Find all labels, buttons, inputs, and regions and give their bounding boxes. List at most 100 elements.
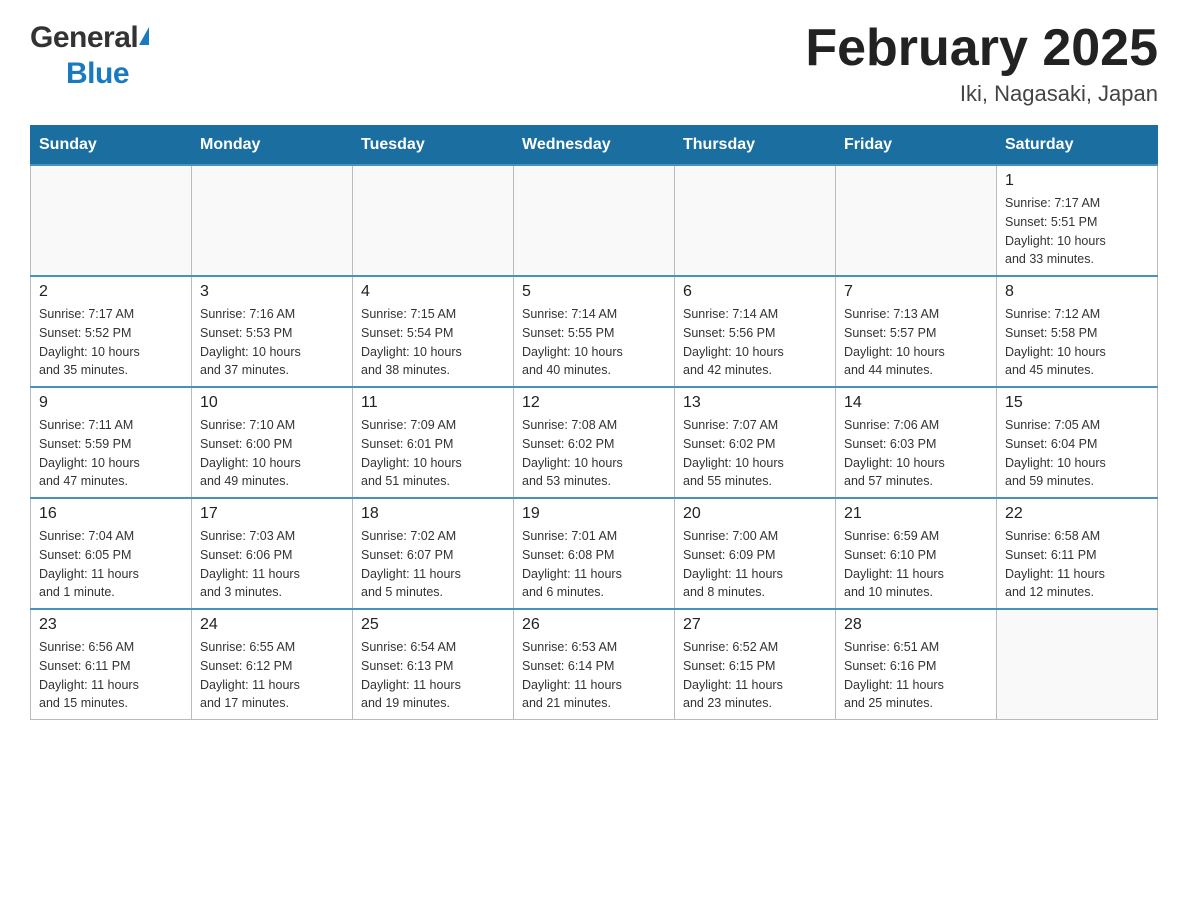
calendar-cell: 4 Sunrise: 7:15 AM Sunset: 5:54 PM Daylig… (353, 276, 514, 387)
calendar-cell: 17 Sunrise: 7:03 AM Sunset: 6:06 PM Dayli… (192, 498, 353, 609)
day-number: 28 (844, 616, 988, 634)
calendar-week-2: 2 Sunrise: 7:17 AM Sunset: 5:52 PM Daylig… (31, 276, 1158, 387)
day-info: Sunrise: 7:15 AM Sunset: 5:54 PM Dayligh… (361, 305, 505, 380)
calendar-week-1: 1Sunrise: 7:17 AM Sunset: 5:51 PM Daylig… (31, 165, 1158, 276)
day-number: 27 (683, 616, 827, 634)
day-info: Sunrise: 7:16 AM Sunset: 5:53 PM Dayligh… (200, 305, 344, 380)
calendar-cell: 15Sunrise: 7:05 AM Sunset: 6:04 PM Dayli… (997, 387, 1158, 498)
col-friday: Friday (836, 126, 997, 166)
calendar-cell (675, 165, 836, 276)
calendar-cell: 27 Sunrise: 6:52 AM Sunset: 6:15 PM Dayli… (675, 609, 836, 720)
col-tuesday: Tuesday (353, 126, 514, 166)
day-number: 5 (522, 283, 666, 301)
calendar-cell: 22 Sunrise: 6:58 AM Sunset: 6:11 PM Dayli… (997, 498, 1158, 609)
calendar-body: 1Sunrise: 7:17 AM Sunset: 5:51 PM Daylig… (31, 165, 1158, 720)
day-number: 16 (39, 505, 183, 523)
calendar-cell: 10Sunrise: 7:10 AM Sunset: 6:00 PM Dayli… (192, 387, 353, 498)
calendar-cell: 14Sunrise: 7:06 AM Sunset: 6:03 PM Dayli… (836, 387, 997, 498)
col-monday: Monday (192, 126, 353, 166)
calendar-cell: 5 Sunrise: 7:14 AM Sunset: 5:55 PM Daylig… (514, 276, 675, 387)
day-info: Sunrise: 7:02 AM Sunset: 6:07 PM Dayligh… (361, 527, 505, 602)
day-info: Sunrise: 6:52 AM Sunset: 6:15 PM Dayligh… (683, 638, 827, 713)
day-number: 21 (844, 505, 988, 523)
day-number: 18 (361, 505, 505, 523)
calendar-week-3: 9 Sunrise: 7:11 AM Sunset: 5:59 PM Daylig… (31, 387, 1158, 498)
day-number: 17 (200, 505, 344, 523)
col-wednesday: Wednesday (514, 126, 675, 166)
location-label: Iki, Nagasaki, Japan (805, 81, 1158, 107)
calendar-title: February 2025 (805, 20, 1158, 77)
calendar-cell: 11 Sunrise: 7:09 AM Sunset: 6:01 PM Dayli… (353, 387, 514, 498)
day-number: 10 (200, 394, 344, 412)
calendar-cell (836, 165, 997, 276)
day-info: Sunrise: 6:56 AM Sunset: 6:11 PM Dayligh… (39, 638, 183, 713)
day-info: Sunrise: 7:13 AM Sunset: 5:57 PM Dayligh… (844, 305, 988, 380)
day-info: Sunrise: 6:51 AM Sunset: 6:16 PM Dayligh… (844, 638, 988, 713)
day-info: Sunrise: 7:06 AM Sunset: 6:03 PM Dayligh… (844, 416, 988, 491)
day-number: 6 (683, 283, 827, 301)
day-info: Sunrise: 6:59 AM Sunset: 6:10 PM Dayligh… (844, 527, 988, 602)
logo-general-text: General (30, 20, 138, 56)
col-saturday: Saturday (997, 126, 1158, 166)
day-info: Sunrise: 6:58 AM Sunset: 6:11 PM Dayligh… (1005, 527, 1149, 602)
calendar-cell (192, 165, 353, 276)
day-number: 4 (361, 283, 505, 301)
calendar-cell: 20Sunrise: 7:00 AM Sunset: 6:09 PM Dayli… (675, 498, 836, 609)
day-info: Sunrise: 7:00 AM Sunset: 6:09 PM Dayligh… (683, 527, 827, 602)
day-info: Sunrise: 7:03 AM Sunset: 6:06 PM Dayligh… (200, 527, 344, 602)
day-info: Sunrise: 7:04 AM Sunset: 6:05 PM Dayligh… (39, 527, 183, 602)
day-number: 7 (844, 283, 988, 301)
calendar-cell: 3 Sunrise: 7:16 AM Sunset: 5:53 PM Daylig… (192, 276, 353, 387)
day-number: 24 (200, 616, 344, 634)
calendar-cell: 16 Sunrise: 7:04 AM Sunset: 6:05 PM Dayli… (31, 498, 192, 609)
day-info: Sunrise: 7:17 AM Sunset: 5:52 PM Dayligh… (39, 305, 183, 380)
day-number: 25 (361, 616, 505, 634)
day-info: Sunrise: 7:12 AM Sunset: 5:58 PM Dayligh… (1005, 305, 1149, 380)
calendar-week-4: 16 Sunrise: 7:04 AM Sunset: 6:05 PM Dayli… (31, 498, 1158, 609)
calendar-cell: 1Sunrise: 7:17 AM Sunset: 5:51 PM Daylig… (997, 165, 1158, 276)
calendar-cell (514, 165, 675, 276)
col-sunday: Sunday (31, 126, 192, 166)
day-info: Sunrise: 7:14 AM Sunset: 5:55 PM Dayligh… (522, 305, 666, 380)
calendar-cell: 28 Sunrise: 6:51 AM Sunset: 6:16 PM Dayli… (836, 609, 997, 720)
calendar-cell: 2 Sunrise: 7:17 AM Sunset: 5:52 PM Daylig… (31, 276, 192, 387)
calendar-cell: 12Sunrise: 7:08 AM Sunset: 6:02 PM Dayli… (514, 387, 675, 498)
day-number: 9 (39, 394, 183, 412)
day-number: 1 (1005, 172, 1149, 190)
day-number: 3 (200, 283, 344, 301)
col-thursday: Thursday (675, 126, 836, 166)
calendar-cell: 23Sunrise: 6:56 AM Sunset: 6:11 PM Dayli… (31, 609, 192, 720)
day-info: Sunrise: 7:07 AM Sunset: 6:02 PM Dayligh… (683, 416, 827, 491)
calendar-cell (31, 165, 192, 276)
calendar-cell (997, 609, 1158, 720)
day-info: Sunrise: 7:08 AM Sunset: 6:02 PM Dayligh… (522, 416, 666, 491)
day-number: 11 (361, 394, 505, 412)
calendar-cell: 9 Sunrise: 7:11 AM Sunset: 5:59 PM Daylig… (31, 387, 192, 498)
day-number: 22 (1005, 505, 1149, 523)
calendar-cell: 25Sunrise: 6:54 AM Sunset: 6:13 PM Dayli… (353, 609, 514, 720)
calendar-cell: 18 Sunrise: 7:02 AM Sunset: 6:07 PM Dayli… (353, 498, 514, 609)
calendar-table: Sunday Monday Tuesday Wednesday Thursday… (30, 125, 1158, 720)
calendar-header: Sunday Monday Tuesday Wednesday Thursday… (31, 126, 1158, 166)
day-number: 26 (522, 616, 666, 634)
header-row: Sunday Monday Tuesday Wednesday Thursday… (31, 126, 1158, 166)
logo: General Blue (30, 20, 149, 92)
day-info: Sunrise: 7:09 AM Sunset: 6:01 PM Dayligh… (361, 416, 505, 491)
calendar-cell: 6 Sunrise: 7:14 AM Sunset: 5:56 PM Daylig… (675, 276, 836, 387)
page-header: General Blue February 2025 Iki, Nagasaki… (30, 20, 1158, 107)
calendar-cell (353, 165, 514, 276)
calendar-week-5: 23Sunrise: 6:56 AM Sunset: 6:11 PM Dayli… (31, 609, 1158, 720)
day-info: Sunrise: 7:01 AM Sunset: 6:08 PM Dayligh… (522, 527, 666, 602)
calendar-cell: 13Sunrise: 7:07 AM Sunset: 6:02 PM Dayli… (675, 387, 836, 498)
day-info: Sunrise: 6:55 AM Sunset: 6:12 PM Dayligh… (200, 638, 344, 713)
day-info: Sunrise: 7:11 AM Sunset: 5:59 PM Dayligh… (39, 416, 183, 491)
logo-triangle-icon (139, 27, 149, 45)
day-number: 8 (1005, 283, 1149, 301)
day-number: 2 (39, 283, 183, 301)
day-number: 15 (1005, 394, 1149, 412)
logo-blue-text: Blue (66, 57, 129, 90)
day-info: Sunrise: 6:53 AM Sunset: 6:14 PM Dayligh… (522, 638, 666, 713)
calendar-cell: 24 Sunrise: 6:55 AM Sunset: 6:12 PM Dayli… (192, 609, 353, 720)
calendar-cell: 8 Sunrise: 7:12 AM Sunset: 5:58 PM Daylig… (997, 276, 1158, 387)
day-info: Sunrise: 7:14 AM Sunset: 5:56 PM Dayligh… (683, 305, 827, 380)
